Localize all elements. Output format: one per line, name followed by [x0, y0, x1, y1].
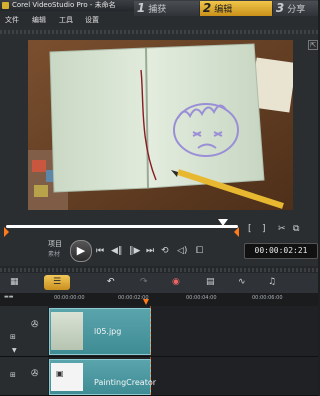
volume-icon[interactable]: ◁)	[177, 246, 187, 256]
ruler-tick: 00:00:00:00	[54, 295, 85, 301]
record-capture-icon[interactable]: ◉	[172, 277, 180, 287]
step-edit-tab[interactable]: 2 编辑	[200, 1, 272, 16]
expand-icon[interactable]: ⇱	[308, 40, 318, 50]
clip-thumbnail	[51, 312, 83, 350]
scrubber-handle[interactable]	[218, 219, 228, 226]
menu-file[interactable]: 文件	[5, 15, 19, 25]
track-header: ✇ ⊞	[0, 357, 48, 395]
overlay-lock-icon[interactable]: ⊞	[10, 371, 16, 379]
ruler-tick: 00:00:04:00	[186, 295, 217, 301]
step-share-tab[interactable]: 3 分享	[273, 1, 318, 16]
preview-video	[28, 40, 293, 210]
previous-frame-icon[interactable]: ◀‖	[111, 246, 122, 256]
playhead-line	[150, 306, 151, 395]
audio-wave-icon[interactable]: ∿	[238, 277, 246, 287]
next-frame-icon[interactable]: ‖▶	[129, 246, 140, 256]
overlay-track: ✇ ⊞ ▣ PaintingCreator	[0, 357, 318, 396]
mode-clip[interactable]: 素材	[48, 249, 60, 258]
expand-track-icon[interactable]: ▼	[12, 347, 17, 354]
end-icon[interactable]: ⏭	[146, 246, 154, 256]
timeline-ruler[interactable]: ▬▬ 00:00:00:00 00:00:02:00 00:00:04:00 0…	[0, 293, 318, 306]
video-clip[interactable]: l05.jpg	[49, 308, 151, 355]
clip-thumbnail: ▣	[51, 363, 83, 391]
lock-track-icon[interactable]: ⊞	[10, 333, 16, 341]
clip-name: PaintingCreator	[94, 378, 157, 387]
scrubber-track	[6, 225, 238, 228]
scissors-icon[interactable]: ✂	[278, 224, 286, 234]
mark-out-button[interactable]: ]	[262, 224, 266, 234]
mix-audio-icon[interactable]: ▤	[206, 277, 215, 287]
timeline-grip[interactable]	[0, 268, 318, 272]
play-icon[interactable]: ▶	[70, 240, 92, 262]
zoom-bar-icon[interactable]: ▬▬	[4, 294, 13, 300]
mark-out-handle[interactable]	[234, 227, 239, 237]
mode-project[interactable]: 项目	[48, 239, 62, 249]
app-icon	[2, 2, 9, 9]
video-track: ✇ ⊞ ▼ l05.jpg	[0, 306, 318, 357]
window-title: Corel VideoStudio Pro - 未命名	[12, 1, 116, 9]
enlarge-icon[interactable]: ⧠	[196, 246, 203, 256]
film-icon: ✇	[31, 320, 39, 330]
timecode-display[interactable]: 00:00:02:21	[244, 243, 318, 259]
copy-icon[interactable]: ⧉	[293, 224, 299, 234]
playhead-marker[interactable]	[143, 299, 149, 305]
overlay-clip[interactable]: ▣ PaintingCreator	[49, 359, 156, 395]
menu-edit[interactable]: 编辑	[32, 15, 46, 25]
home-icon[interactable]: ⏮	[96, 246, 104, 256]
scrubber-bar[interactable]	[4, 219, 240, 237]
mark-in-button[interactable]: [	[248, 224, 252, 234]
mark-in-handle[interactable]	[4, 227, 9, 237]
notebook-image	[28, 40, 293, 210]
clip-name: l05.jpg	[94, 327, 122, 336]
panel-grip[interactable]	[0, 30, 318, 34]
auto-music-icon[interactable]: ♫	[268, 277, 276, 287]
menu-tools[interactable]: 工具	[59, 15, 73, 25]
timeline-toolbar: ▦ ☰ ↶ ↷ ◉ ▤ ∿ ♫	[0, 273, 318, 293]
track-header: ✇ ⊞ ▼	[0, 306, 48, 356]
overlay-icon: ✇	[31, 369, 39, 379]
menu-settings[interactable]: 设置	[85, 15, 99, 25]
redo-icon[interactable]: ↷	[140, 277, 148, 287]
undo-icon[interactable]: ↶	[107, 277, 115, 287]
repeat-icon[interactable]: ⟲	[161, 246, 169, 256]
step-capture-tab[interactable]: 1 捕获	[134, 1, 199, 16]
timeline-view-icon[interactable]: ☰	[44, 275, 70, 290]
storyboard-view-icon[interactable]: ▦	[10, 277, 19, 287]
ruler-tick: 00:00:06:00	[252, 295, 283, 301]
image-icon: ▣	[56, 369, 64, 378]
